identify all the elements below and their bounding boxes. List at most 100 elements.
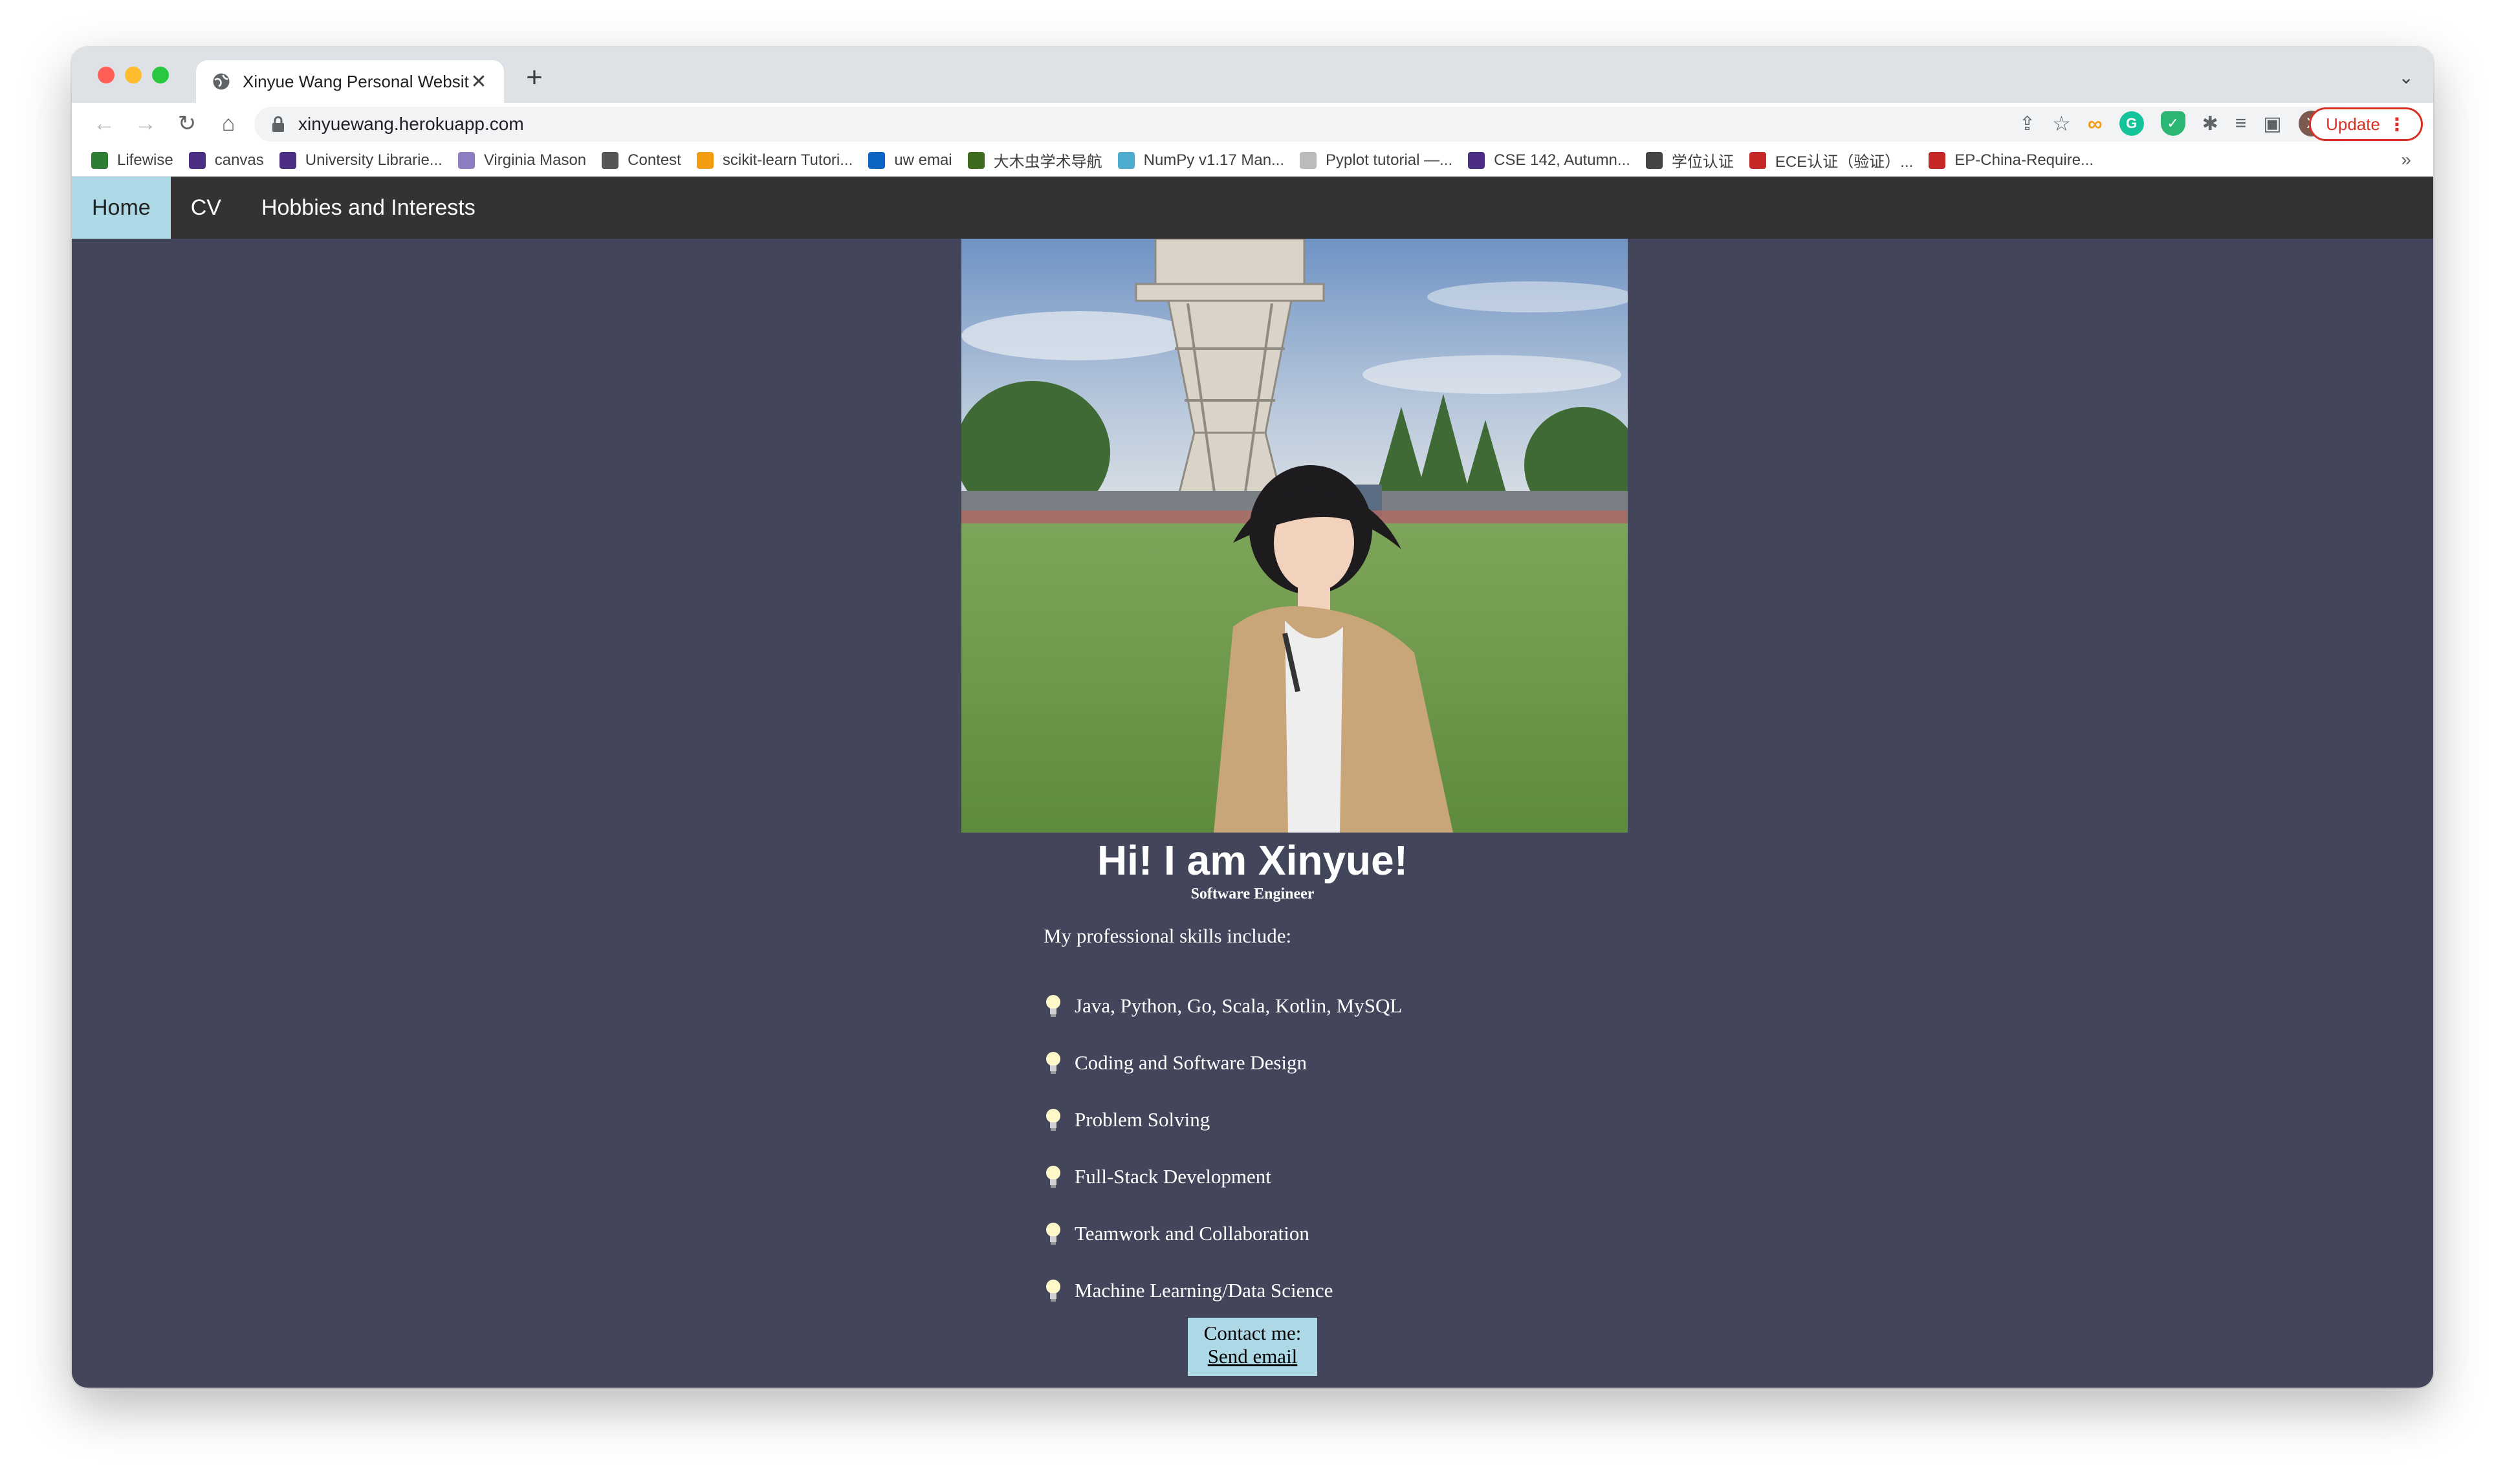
new-tab-button[interactable]: + (518, 61, 551, 94)
browser-toolbar: ← → ↻ ⌂ xinyuewang.herokuapp.com ⇪ ☆ ∞ G… (72, 103, 2433, 144)
contact-box: Contact me: Send email (1188, 1318, 1317, 1376)
reload-icon[interactable]: ↻ (174, 111, 200, 136)
numpy-icon (1117, 151, 1135, 169)
list-item: Full-Stack Development (1044, 1148, 1402, 1205)
outlook-icon (868, 151, 886, 169)
tab-close-icon[interactable]: ✕ (469, 71, 488, 93)
bookmark-label: CSE 142, Autumn... (1494, 151, 1630, 169)
bookmark-label: Lifewise (117, 151, 173, 169)
bookmark-item[interactable]: 学位认证 (1645, 149, 1734, 171)
bookmark-item[interactable]: NumPy v1.17 Man... (1117, 151, 1285, 169)
reading-list-icon[interactable]: ≡ (2235, 113, 2247, 135)
bookmark-item[interactable]: Virginia Mason (457, 151, 586, 169)
damuchong-icon (967, 151, 985, 169)
virginia-mason-icon (457, 151, 475, 169)
globe-icon (1645, 151, 1663, 169)
bookmark-item[interactable]: scikit-learn Tutori... (696, 151, 853, 169)
tab-active[interactable]: Xinyue Wang Personal Website ✕ (196, 60, 504, 103)
bookmark-label: Pyplot tutorial —... (1326, 151, 1453, 169)
bookmark-item[interactable]: EP-China-Require... (1929, 151, 2094, 169)
minimize-window-button[interactable] (125, 67, 142, 83)
nav-link-hobbies[interactable]: Hobbies and Interests (241, 177, 496, 239)
site-navbar: Home CV Hobbies and Interests (72, 177, 2433, 239)
bookmark-label: 学位认证 (1671, 153, 1734, 171)
bookmark-item[interactable]: CSE 142, Autumn... (1468, 151, 1630, 169)
globe-icon (213, 73, 230, 90)
maximize-window-button[interactable] (152, 67, 169, 83)
home-icon[interactable]: ⌂ (215, 111, 241, 136)
bookmark-item[interactable]: uw emai (868, 151, 952, 169)
profile-photo (961, 239, 1628, 833)
list-item: Machine Learning/Data Science (1044, 1262, 1402, 1319)
bookmarks-overflow-icon[interactable]: » (2401, 149, 2411, 170)
uw-cse-icon (1468, 151, 1485, 169)
skill-text: Full-Stack Development (1075, 1165, 1271, 1188)
list-item: Java, Python, Go, Scala, Kotlin, MySQL (1044, 977, 1402, 1034)
contact-label: Contact me: (1203, 1322, 1302, 1344)
list-item: Teamwork and Collaboration (1044, 1205, 1402, 1262)
uw-canvas-icon (188, 151, 206, 169)
matplotlib-icon (1300, 151, 1317, 169)
back-arrow-icon[interactable]: ← (91, 111, 117, 136)
update-label: Update (2326, 114, 2380, 134)
extension-infinity-icon[interactable]: ∞ (2088, 112, 2103, 136)
close-window-button[interactable] (98, 67, 115, 83)
bookmark-label: uw emai (894, 151, 952, 169)
share-icon[interactable]: ⇪ (2019, 113, 2035, 135)
bookmark-label: NumPy v1.17 Man... (1143, 151, 1285, 169)
nav-link-cv[interactable]: CV (171, 177, 241, 239)
bookmark-star-icon[interactable]: ☆ (2052, 111, 2071, 136)
bookmark-label: scikit-learn Tutori... (722, 151, 853, 169)
lightbulb-icon (1046, 1223, 1060, 1245)
bookmark-item[interactable]: 大木虫学术导航 (967, 149, 1102, 171)
bookmark-label: EP-China-Require... (1954, 151, 2094, 169)
send-email-link[interactable]: Send email (1188, 1345, 1317, 1368)
lifewise-icon (91, 151, 108, 169)
kebab-menu-icon: ⋮ (2387, 114, 2406, 135)
side-panel-icon[interactable]: ▣ (2263, 113, 2281, 135)
skill-text: Java, Python, Go, Scala, Kotlin, MySQL (1075, 994, 1403, 1017)
bookmark-item[interactable]: Contest (602, 151, 681, 169)
browser-window: Xinyue Wang Personal Website ✕ + ⌄ ← → ↻… (72, 47, 2433, 1388)
extension-toolbar: ⇪ ☆ ∞ G ✓ ✱ ≡ ▣ X (2019, 111, 2325, 136)
bookmark-item[interactable]: ECE认证（验证）... (1749, 149, 1913, 171)
skill-text: Coding and Software Design (1075, 1051, 1307, 1074)
update-button[interactable]: Update ⋮ (2309, 107, 2423, 141)
tab-strip: Xinyue Wang Personal Website ✕ + ⌄ (72, 47, 2433, 103)
lock-icon[interactable] (271, 116, 285, 133)
ece-icon (1749, 151, 1766, 169)
skill-text: Teamwork and Collaboration (1075, 1222, 1309, 1245)
bookmark-item[interactable]: Pyplot tutorial —... (1300, 151, 1452, 169)
bookmark-item[interactable]: Lifewise (91, 151, 173, 169)
nav-link-home[interactable]: Home (72, 177, 171, 239)
lightbulb-icon (1046, 1109, 1060, 1131)
page-subtitle: Software Engineer (1190, 886, 1315, 902)
contest-icon (602, 151, 619, 169)
bookmark-item[interactable]: canvas (188, 151, 264, 169)
bookmark-label: Contest (628, 151, 681, 169)
bookmark-label: 大木虫学术导航 (993, 153, 1102, 171)
skills-list: Java, Python, Go, Scala, Kotlin, MySQL C… (1044, 977, 1402, 1319)
bookmarks-bar: Lifewise canvas University Librarie... Virg… (72, 144, 2433, 177)
skill-text: Problem Solving (1075, 1108, 1210, 1131)
grammarly-icon[interactable]: G (2119, 111, 2144, 136)
list-item: Coding and Software Design (1044, 1034, 1402, 1091)
lightbulb-icon (1046, 995, 1060, 1017)
scikit-learn-icon (696, 151, 714, 169)
url-text[interactable]: xinyuewang.herokuapp.com (298, 114, 524, 135)
shield-icon[interactable]: ✓ (2160, 111, 2185, 136)
puzzle-extensions-icon[interactable]: ✱ (2202, 113, 2218, 135)
pdf-icon (1929, 151, 1946, 169)
list-item: Problem Solving (1044, 1091, 1402, 1148)
forward-arrow-icon[interactable]: → (133, 111, 159, 136)
page-title: Hi! I am Xinyue! (1097, 837, 1408, 884)
skills-intro: My professional skills include: (1044, 924, 1292, 947)
lightbulb-icon (1046, 1280, 1060, 1302)
bookmark-item[interactable]: University Librarie... (279, 151, 443, 169)
uw-library-icon (279, 151, 296, 169)
tab-search-chevron-icon[interactable]: ⌄ (2399, 67, 2414, 88)
bookmark-label: ECE认证（验证）... (1775, 153, 1914, 171)
page-content: Home CV Hobbies and Interests Hi! I am X… (72, 177, 2433, 1388)
lightbulb-icon (1046, 1166, 1060, 1188)
bookmark-label: University Librarie... (305, 151, 443, 169)
